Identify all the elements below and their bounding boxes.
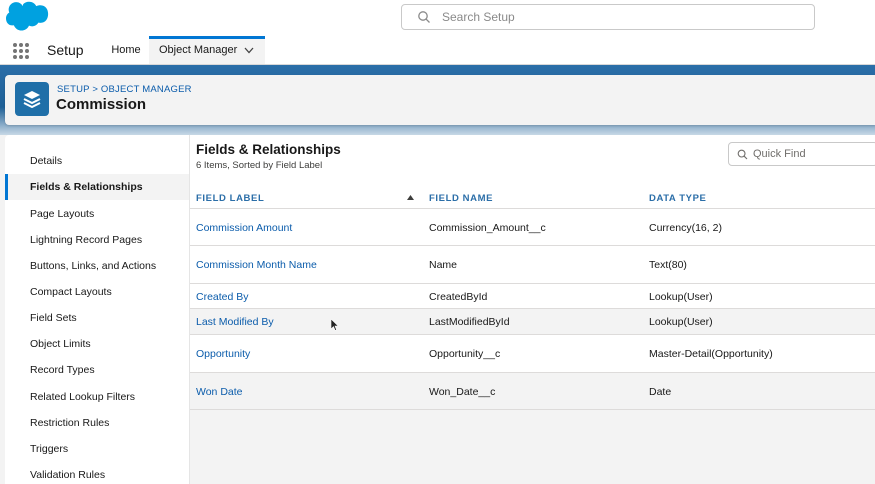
field-name-cell: CreatedById <box>429 291 488 303</box>
table-row: Commission Month Name Name Text(80) <box>190 246 875 284</box>
sort-ascending-icon[interactable] <box>407 195 414 200</box>
page-title: Commission <box>56 96 147 113</box>
field-name-cell: LastModifiedById <box>429 316 510 328</box>
search-icon <box>737 149 748 160</box>
table-header: FIELD LABEL FIELD NAME DATA TYPE <box>190 189 875 209</box>
sidebar-item-lightning-record-pages[interactable]: Lightning Record Pages <box>5 227 189 253</box>
global-header <box>0 0 875 36</box>
field-label-link[interactable]: Last Modified By <box>196 316 274 328</box>
field-name-cell: Name <box>429 259 458 271</box>
sidebar-item-validation-rules[interactable]: Validation Rules <box>5 462 189 484</box>
salesforce-logo[interactable] <box>6 1 52 33</box>
sidebar-item-buttons-links-actions[interactable]: Buttons, Links, and Actions <box>5 253 189 279</box>
quick-find-input[interactable] <box>753 146 873 162</box>
sidebar-item-record-types[interactable]: Record Types <box>5 357 189 383</box>
data-type-cell: Date <box>649 386 672 398</box>
data-type-cell: Master-Detail(Opportunity) <box>649 348 773 360</box>
field-label-link[interactable]: Opportunity <box>196 348 250 360</box>
search-setup-input[interactable] <box>442 8 802 26</box>
app-name: Setup <box>47 42 84 58</box>
field-label-link[interactable]: Created By <box>196 291 249 303</box>
field-label-link[interactable]: Commission Amount <box>196 222 292 234</box>
tab-object-manager-label: Object Manager <box>159 44 238 56</box>
sidebar-item-details[interactable]: Details <box>5 148 189 174</box>
table-empty-area <box>190 410 875 484</box>
object-manager-icon <box>15 82 49 116</box>
table-row: Won Date Won_Date__c Date <box>190 373 875 410</box>
sidebar-item-field-sets[interactable]: Field Sets <box>5 305 189 331</box>
nav-bar: Setup Home Object Manager <box>0 36 875 65</box>
quick-find-box[interactable] <box>728 142 875 166</box>
sidebar-item-page-layouts[interactable]: Page Layouts <box>5 201 189 227</box>
section-title: Fields & Relationships <box>196 142 341 157</box>
section-subtitle: 6 Items, Sorted by Field Label <box>196 160 323 171</box>
sidebar-item-compact-layouts[interactable]: Compact Layouts <box>5 279 189 305</box>
main-panel: Fields & Relationships 6 Items, Sorted b… <box>190 135 875 484</box>
field-name-cell: Opportunity__c <box>429 348 501 360</box>
sidebar-item-related-lookup-filters[interactable]: Related Lookup Filters <box>5 384 189 410</box>
app-launcher-icon[interactable] <box>13 43 29 59</box>
sidebar: Details Fields & Relationships Page Layo… <box>5 135 190 484</box>
sidebar-item-fields-relationships[interactable]: Fields & Relationships <box>5 174 189 200</box>
column-header-field-name[interactable]: FIELD NAME <box>429 193 493 204</box>
data-type-cell: Currency(16, 2) <box>649 222 722 234</box>
page-header: SETUP > OBJECT MANAGER Commission <box>5 75 875 125</box>
field-label-link[interactable]: Commission Month Name <box>196 259 317 271</box>
field-name-cell: Won_Date__c <box>429 386 496 398</box>
data-type-cell: Lookup(User) <box>649 316 713 328</box>
content-card: Details Fields & Relationships Page Layo… <box>5 135 875 484</box>
table-row: Last Modified By LastModifiedById Lookup… <box>190 309 875 335</box>
column-header-data-type[interactable]: DATA TYPE <box>649 193 706 204</box>
tab-object-manager[interactable]: Object Manager <box>149 36 265 64</box>
field-label-link[interactable]: Won Date <box>196 386 243 398</box>
sidebar-item-restriction-rules[interactable]: Restriction Rules <box>5 410 189 436</box>
tab-home[interactable]: Home <box>103 36 149 64</box>
data-type-cell: Text(80) <box>649 259 687 271</box>
sidebar-item-object-limits[interactable]: Object Limits <box>5 331 189 357</box>
table-row: Commission Amount Commission_Amount__c C… <box>190 209 875 246</box>
search-setup-box[interactable] <box>401 4 815 30</box>
search-icon <box>418 11 430 23</box>
breadcrumb[interactable]: SETUP > OBJECT MANAGER <box>57 84 192 95</box>
table-row: Opportunity Opportunity__c Master-Detail… <box>190 335 875 373</box>
field-name-cell: Commission_Amount__c <box>429 222 546 234</box>
mouse-cursor-icon <box>331 319 339 331</box>
table-row: Created By CreatedById Lookup(User) <box>190 284 875 309</box>
layers-icon <box>23 91 41 108</box>
data-type-cell: Lookup(User) <box>649 291 713 303</box>
column-header-field-label[interactable]: FIELD LABEL <box>196 193 264 204</box>
chevron-down-icon[interactable] <box>244 47 254 54</box>
sidebar-item-triggers[interactable]: Triggers <box>5 436 189 462</box>
